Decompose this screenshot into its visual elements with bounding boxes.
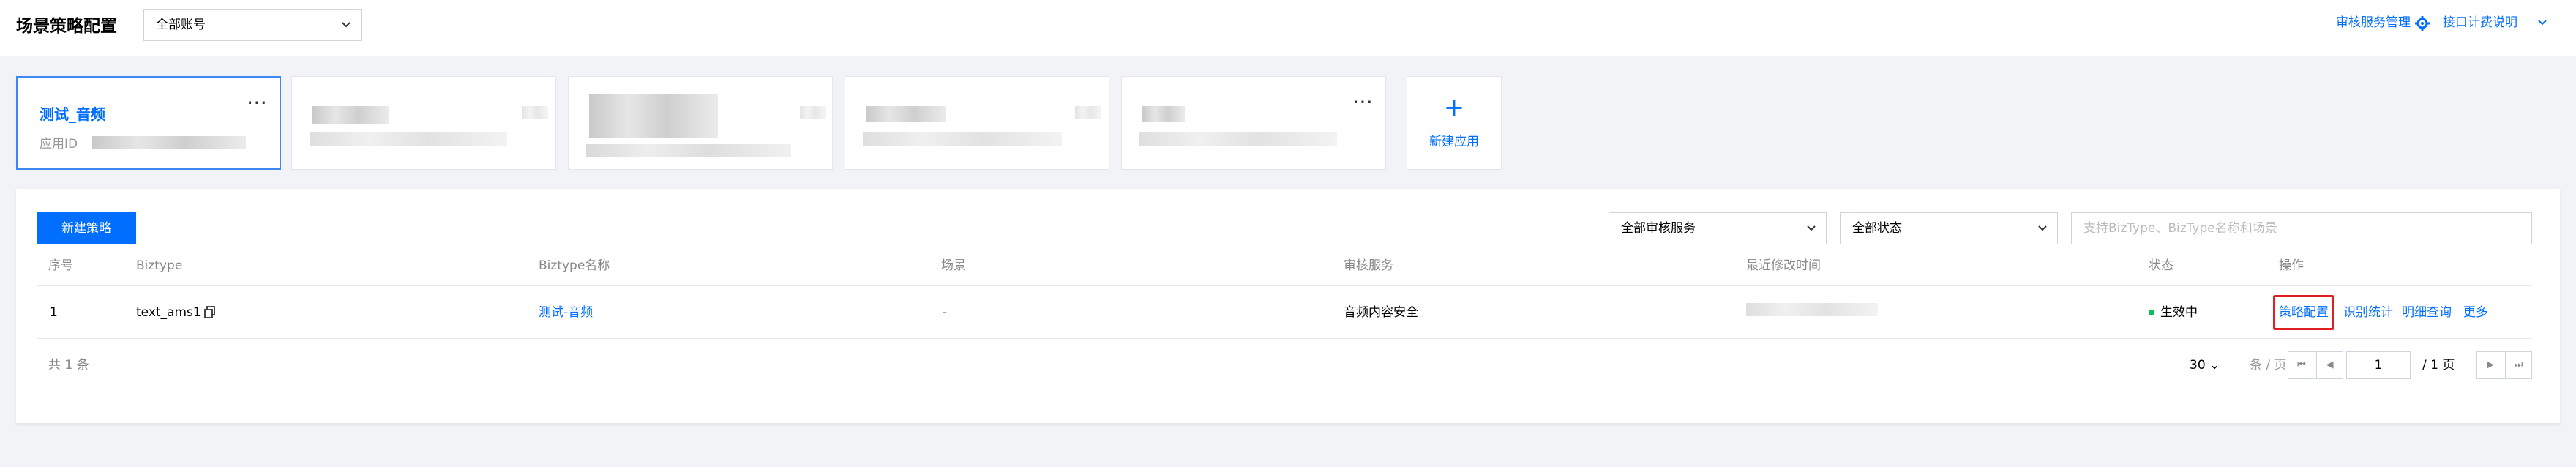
column-header-status: 状态 — [2149, 258, 2174, 273]
new-policy-button[interactable]: 新建策略 — [37, 212, 136, 244]
chevron-down-icon — [1807, 225, 1816, 231]
top-bar: 场景策略配置 全部账号 审核服务管理 接口计费说明 — [0, 0, 2576, 56]
page-size-value: 30 — [2190, 358, 2206, 373]
page-number-input[interactable]: 1 — [2346, 351, 2411, 379]
gear-icon[interactable] — [2415, 16, 2430, 31]
recognition-stats-link[interactable]: 识别统计 — [2343, 300, 2393, 325]
copy-icon[interactable] — [203, 306, 217, 319]
prev-page-icon[interactable]: ◀ — [2316, 352, 2343, 378]
app-card[interactable]: ⋯ — [1121, 76, 1386, 170]
redacted-modified-time — [1746, 303, 1878, 316]
last-page-icon[interactable]: ⏭ — [2505, 352, 2531, 378]
column-header-biztype: Biztype — [136, 258, 183, 273]
more-link[interactable]: 更多 — [2463, 300, 2488, 325]
service-filter-select[interactable]: 全部审核服务 — [1609, 212, 1827, 244]
more-icon[interactable]: ⋯ — [1352, 91, 1374, 112]
status-filter-value: 全部状态 — [1852, 221, 1902, 236]
column-header-actions: 操作 — [2279, 258, 2304, 273]
pager-right: ▶ ⏭ — [2476, 351, 2532, 379]
status-dot — [2149, 310, 2154, 315]
row-status: 生效中 — [2149, 300, 2198, 325]
column-header-biztype-name: Biztype名称 — [539, 258, 610, 273]
chevron-down-icon — [2038, 225, 2047, 231]
more-icon[interactable]: ⋯ — [247, 92, 268, 113]
app-id-label: 应用ID — [40, 137, 78, 152]
redacted-app-id — [310, 132, 507, 146]
row-scene: - — [943, 305, 948, 320]
divider — [37, 338, 2532, 339]
column-header-service: 审核服务 — [1344, 258, 1393, 273]
redacted-app-name — [1142, 106, 1185, 122]
column-header-index: 序号 — [48, 258, 73, 273]
redacted-app-name — [312, 106, 389, 124]
app-card[interactable]: 测试_音频 应用ID ⋯ — [16, 76, 281, 170]
column-header-scene: 场景 — [941, 258, 966, 273]
chevron-down-icon[interactable] — [2536, 16, 2548, 29]
status-badge: 生效中 — [2160, 305, 2198, 320]
redacted-more — [800, 106, 826, 119]
page-size-select[interactable]: 30 ⌄ — [2190, 353, 2220, 378]
plus-icon: + — [1443, 93, 1465, 122]
chevron-down-icon — [342, 22, 351, 28]
audit-service-link[interactable]: 审核服务管理 — [2336, 12, 2411, 34]
add-app-label: 新建应用 — [1429, 135, 1479, 149]
redacted-app-id — [1139, 132, 1337, 146]
next-page-icon[interactable]: ▶ — [2477, 352, 2504, 378]
service-filter-value: 全部审核服务 — [1621, 221, 1696, 236]
first-page-icon[interactable]: ⏮ — [2288, 352, 2315, 378]
redacted-app-name — [866, 106, 946, 122]
redacted-app-id — [92, 136, 246, 149]
app-name: 测试_音频 — [40, 105, 105, 123]
total-count: 共 1 条 — [48, 358, 89, 373]
search-input[interactable]: 支持BizType、BizType名称和场景 — [2071, 212, 2532, 244]
account-select-value: 全部账号 — [156, 18, 206, 32]
page-total: / 1 页 — [2422, 358, 2455, 373]
page-size-unit: 条 / 页 — [2250, 358, 2287, 373]
detail-query-link[interactable]: 明细查询 — [2402, 300, 2452, 325]
app-card[interactable] — [291, 76, 556, 170]
status-filter-select[interactable]: 全部状态 — [1840, 212, 2058, 244]
chevron-down-icon: ⌄ — [2209, 358, 2220, 373]
row-biztype: text_ams1 — [136, 305, 201, 320]
page-title: 场景策略配置 — [16, 17, 117, 36]
account-select[interactable]: 全部账号 — [143, 9, 362, 41]
row-index: 1 — [50, 305, 58, 320]
row-service: 音频内容安全 — [1344, 305, 1418, 320]
column-header-modified: 最近修改时间 — [1746, 258, 1821, 273]
redacted-app-name — [589, 94, 718, 138]
redacted-more — [522, 106, 548, 119]
redacted-app-id — [863, 132, 1062, 146]
row-biztype-name-link[interactable]: 测试-音频 — [539, 300, 593, 325]
app-card[interactable] — [568, 76, 833, 170]
app-card[interactable] — [845, 76, 1109, 170]
add-app-card[interactable]: + 新建应用 — [1407, 76, 1502, 170]
divider — [37, 285, 2532, 286]
redacted-more — [1075, 106, 1101, 119]
redacted-app-id — [586, 144, 791, 157]
policy-config-link[interactable]: 策略配置 — [2273, 295, 2334, 330]
pager-left: ⏮ ◀ — [2288, 351, 2343, 379]
billing-link[interactable]: 接口计费说明 — [2443, 12, 2517, 34]
